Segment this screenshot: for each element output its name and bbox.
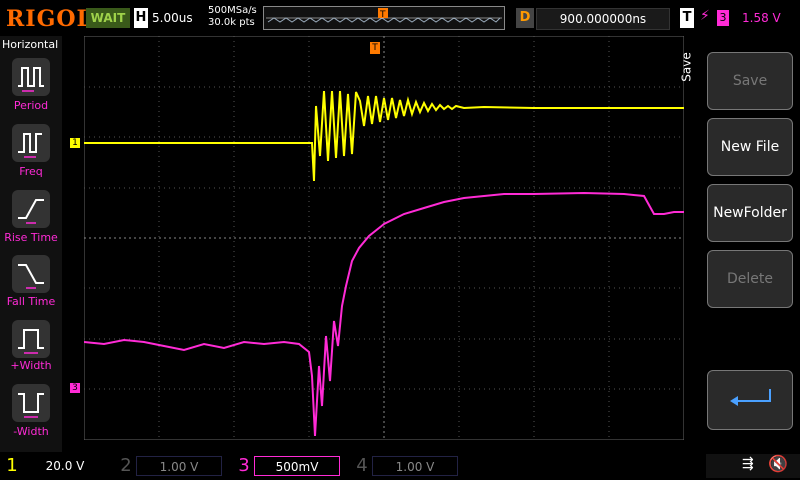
rise-time-icon: [12, 190, 50, 228]
positive-width-icon: [12, 320, 50, 358]
memory-depth-bar: T: [263, 6, 505, 30]
freq-label: Freq: [19, 165, 43, 178]
delete-button[interactable]: Delete: [707, 250, 793, 308]
channel-3-control[interactable]: 3 500mV: [232, 454, 344, 478]
channel-1-control[interactable]: 1 20.0 V: [0, 454, 112, 478]
negative-width-icon: [12, 384, 50, 422]
channel-3-trace: [84, 191, 684, 437]
rising-edge-icon: ⚡: [700, 8, 710, 24]
save-button[interactable]: Save: [707, 52, 793, 110]
channel-4-control[interactable]: 4 1.00 V: [350, 454, 462, 478]
save-menu-tab: Save: [679, 52, 694, 82]
channel-2-scale: 1.00 V: [136, 456, 222, 476]
channel-3-number: 3: [238, 455, 250, 476]
usb-icon: ⇶: [742, 456, 754, 472]
period-label: Period: [13, 99, 49, 112]
rise-time-label: Rise Time: [4, 231, 58, 244]
svg-text:T: T: [379, 10, 386, 20]
timebase-value[interactable]: 5.00us: [152, 8, 204, 28]
frequency-icon: [12, 124, 50, 162]
sample-info: 500MSa/s 30.0k pts: [208, 5, 257, 29]
horizontal-key[interactable]: H: [134, 8, 148, 28]
delay-key[interactable]: D: [516, 8, 534, 28]
memory-points: 30.0k pts: [208, 17, 255, 28]
channel-1-number: 1: [6, 455, 18, 476]
pos-width-label: +Width: [10, 359, 52, 372]
sound-muted-icon: 🔇: [768, 454, 788, 473]
sample-rate: 500MSa/s: [208, 5, 257, 16]
acquisition-status-badge: WAIT: [86, 8, 130, 28]
channel-3-ground-marker[interactable]: 3: [70, 383, 80, 393]
return-arrow-icon: [730, 389, 771, 406]
rigol-logo: RIGOL: [6, 6, 93, 32]
neg-width-label: -Width: [13, 425, 49, 438]
trigger-position-marker[interactable]: T: [370, 42, 380, 54]
channel-2-number: 2: [120, 455, 132, 476]
delay-value[interactable]: 900.000000ns: [536, 8, 670, 30]
trigger-level-value[interactable]: 1.58 V: [742, 8, 781, 28]
trigger-source-badge: 3: [717, 10, 729, 26]
channel-4-scale: 1.00 V: [372, 456, 458, 476]
channel-2-control[interactable]: 2 1.00 V: [114, 454, 226, 478]
waveform-display[interactable]: [83, 35, 685, 441]
new-folder-button[interactable]: NewFolder: [707, 184, 793, 242]
channel-4-number: 4: [356, 455, 368, 476]
new-file-button[interactable]: New File: [707, 118, 793, 176]
fall-time-label: Fall Time: [6, 295, 56, 308]
channel-1-ground-marker[interactable]: 1: [70, 138, 80, 148]
measure-menu-title: Horizontal: [2, 38, 59, 51]
memory-wave-icon: T: [266, 8, 502, 23]
return-button[interactable]: [707, 370, 793, 430]
trigger-key[interactable]: T: [680, 8, 694, 28]
channel-3-scale: 500mV: [254, 456, 340, 476]
fall-time-icon: [12, 255, 50, 293]
period-icon: [12, 58, 50, 96]
system-status-area: ⇶ 🔇: [706, 454, 800, 478]
channel-1-scale: 20.0 V: [45, 459, 85, 473]
